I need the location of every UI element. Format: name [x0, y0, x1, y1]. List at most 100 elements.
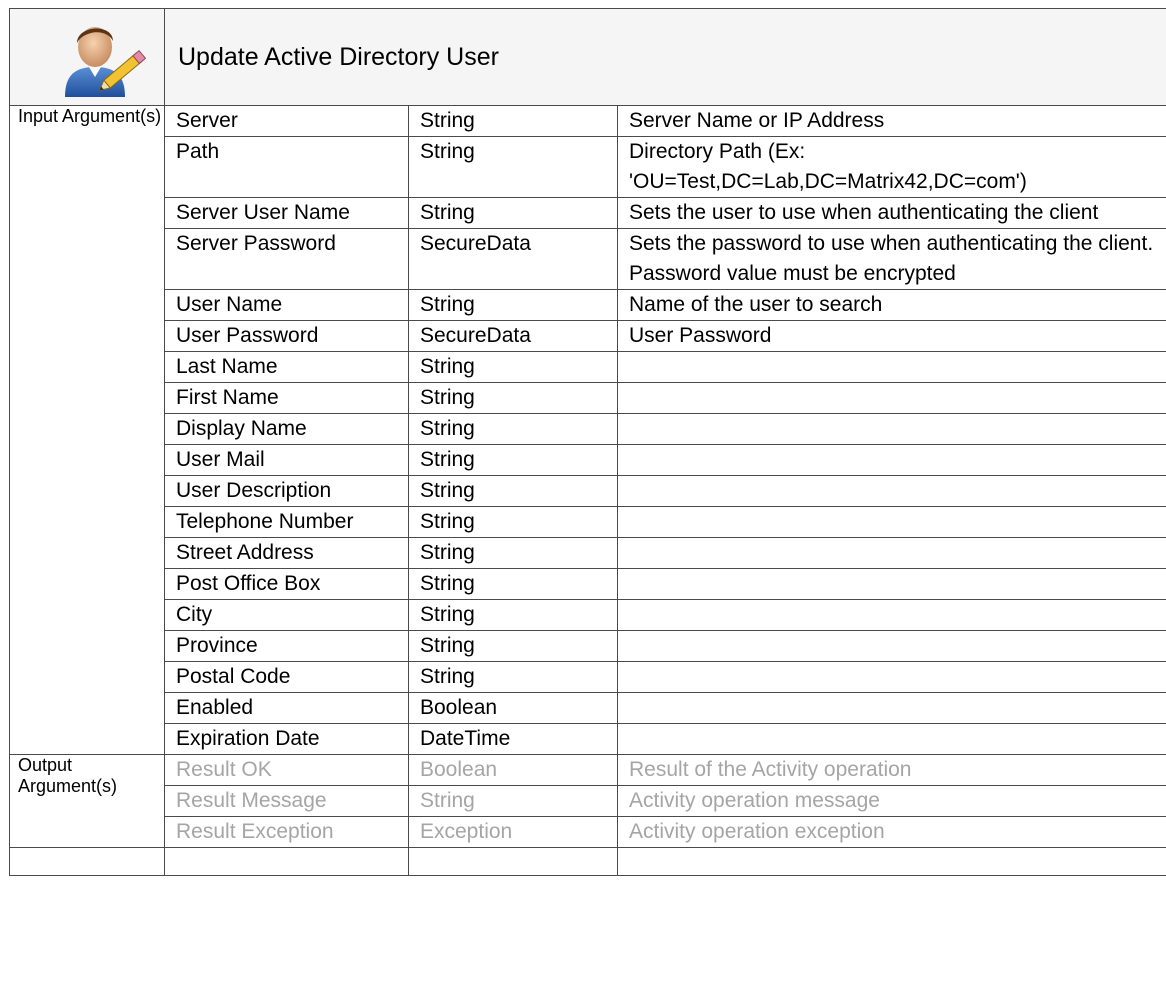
- input-row: City String: [10, 599, 1166, 631]
- input-row: Server User Name String Sets the user to u…: [10, 197, 1166, 229]
- user-edit-icon: [65, 27, 147, 97]
- argument-name: Result Exception: [164, 816, 409, 848]
- argument-description: Directory Path (Ex: 'OU=Test,DC=Lab,DC=M…: [616, 136, 1166, 198]
- input-row: Path String Directory Path (Ex: 'OU=Test,D…: [10, 136, 1166, 198]
- argument-type: String: [408, 661, 618, 693]
- argument-type: String: [408, 537, 618, 569]
- argument-type: String: [408, 475, 618, 507]
- input-section-label: Input Argument(s): [9, 105, 165, 755]
- argument-description: [616, 692, 1166, 724]
- input-row: Last Name String: [10, 351, 1166, 383]
- input-row: User Name String Name of the user to searc…: [10, 289, 1166, 321]
- argument-description: [616, 444, 1166, 476]
- argument-type: String: [408, 105, 618, 137]
- input-row: Postal Code String: [10, 661, 1166, 693]
- argument-description: [616, 537, 1166, 569]
- argument-type: String: [408, 568, 618, 600]
- argument-description: Activity operation message: [616, 785, 1166, 817]
- argument-name: Display Name: [164, 413, 409, 445]
- argument-type: String: [408, 444, 618, 476]
- argument-name: Telephone Number: [164, 506, 409, 538]
- argument-type: String: [408, 413, 618, 445]
- input-row: Province String: [10, 630, 1166, 662]
- argument-name: Postal Code: [164, 661, 409, 693]
- argument-name: Enabled: [164, 692, 409, 724]
- argument-name: City: [164, 599, 409, 631]
- output-row: Result Exception Exception Activity operat…: [10, 816, 1166, 848]
- argument-description: [616, 506, 1166, 538]
- argument-name: Server Password: [164, 228, 409, 290]
- argument-description: [616, 568, 1166, 600]
- argument-description: [616, 382, 1166, 414]
- argument-type: String: [408, 506, 618, 538]
- argument-description: Sets the user to use when authenticating…: [616, 197, 1166, 229]
- argument-name: Server: [164, 105, 409, 137]
- argument-name: Last Name: [164, 351, 409, 383]
- output-row: Output Argument(s) Result OK Boolean Result…: [9, 754, 1166, 848]
- argument-name: User Password: [164, 320, 409, 352]
- argument-type: String: [408, 197, 618, 229]
- argument-name: First Name: [164, 382, 409, 414]
- argument-name: Province: [164, 630, 409, 662]
- input-row: Input Argument(s) Server String Server Name…: [9, 105, 1166, 755]
- argument-description: Name of the user to search: [616, 289, 1166, 321]
- argument-type: SecureData: [408, 228, 618, 290]
- input-row: Enabled Boolean: [10, 692, 1166, 724]
- output-section-label: Output Argument(s): [9, 754, 165, 848]
- argument-description: [616, 475, 1166, 507]
- argument-type: Boolean: [408, 692, 618, 724]
- argument-name: Result Message: [164, 785, 409, 817]
- argument-name: User Name: [164, 289, 409, 321]
- input-row: First Name String: [10, 382, 1166, 414]
- argument-description: Activity operation exception: [616, 816, 1166, 848]
- argument-name: Expiration Date: [164, 723, 409, 755]
- argument-name: Street Address: [164, 537, 409, 569]
- input-row: Post Office Box String: [10, 568, 1166, 600]
- input-row: User Password SecureData User Password: [10, 320, 1166, 352]
- input-row: Server Password SecureData Sets the passwo…: [10, 228, 1166, 290]
- empty-cell: [164, 847, 409, 876]
- argument-description: [616, 413, 1166, 445]
- argument-type: Exception: [408, 816, 618, 848]
- argument-description: [616, 599, 1166, 631]
- argument-type: SecureData: [408, 320, 618, 352]
- page-title: Update Active Directory User: [163, 8, 1166, 106]
- activity-spec-table: Update Active Directory User Input Argum…: [9, 8, 1166, 876]
- input-row: Expiration Date DateTime: [10, 723, 1166, 755]
- argument-type: String: [408, 289, 618, 321]
- argument-name: User Description: [164, 475, 409, 507]
- argument-name: Post Office Box: [164, 568, 409, 600]
- argument-name: Result OK: [164, 754, 409, 786]
- argument-name: User Mail: [164, 444, 409, 476]
- argument-description: [616, 661, 1166, 693]
- argument-name: Server User Name: [164, 197, 409, 229]
- empty-cell: [408, 847, 618, 876]
- argument-description: User Password: [616, 320, 1166, 352]
- argument-type: String: [408, 599, 618, 631]
- argument-type: String: [408, 785, 618, 817]
- input-row: Street Address String: [10, 537, 1166, 569]
- output-row: Result Message String Activity operation m…: [10, 785, 1166, 817]
- empty-cell: [9, 847, 165, 876]
- argument-type: String: [408, 351, 618, 383]
- argument-type: Boolean: [408, 754, 618, 786]
- argument-description: [616, 630, 1166, 662]
- argument-description: Server Name or IP Address: [616, 105, 1166, 137]
- input-row: Telephone Number String: [10, 506, 1166, 538]
- argument-description: [616, 723, 1166, 755]
- argument-description: [616, 351, 1166, 383]
- argument-name: Path: [164, 136, 409, 198]
- argument-type: String: [408, 136, 618, 198]
- argument-description: Result of the Activity operation: [616, 754, 1166, 786]
- argument-description: Sets the password to use when authentica…: [616, 228, 1166, 290]
- input-row: User Description String: [10, 475, 1166, 507]
- argument-type: DateTime: [408, 723, 618, 755]
- input-row: Display Name String: [10, 413, 1166, 445]
- icon-cell: [9, 8, 165, 106]
- empty-row: [9, 847, 1166, 876]
- input-row: User Mail String: [10, 444, 1166, 476]
- argument-type: String: [408, 630, 618, 662]
- header-row: Update Active Directory User: [9, 8, 1166, 106]
- argument-type: String: [408, 382, 618, 414]
- empty-cell: [616, 847, 1166, 876]
